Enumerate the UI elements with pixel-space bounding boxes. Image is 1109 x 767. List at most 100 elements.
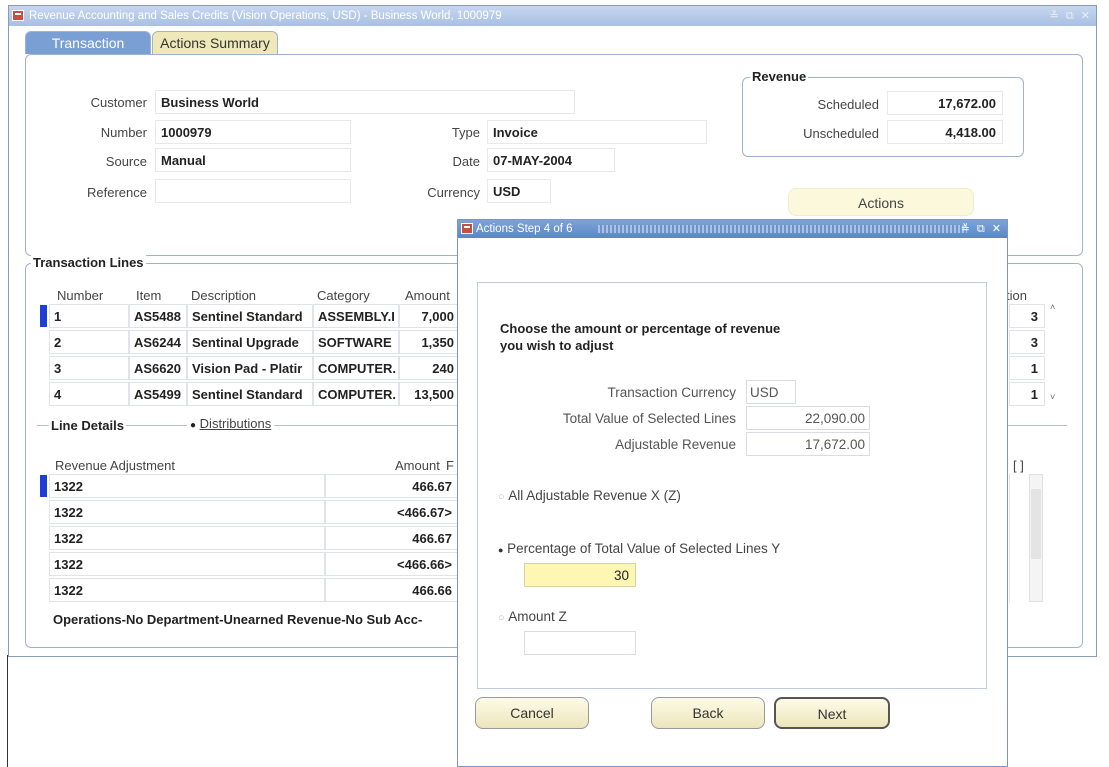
dialog-instruction: Choose the amount or percentage of reven…	[500, 320, 780, 354]
column-header-item: Item	[136, 288, 162, 303]
adjustment-cell[interactable]: 1322	[49, 526, 325, 550]
radio-selected-icon: ●	[190, 420, 197, 431]
instruction-line-1: Choose the amount or percentage of reven…	[500, 321, 781, 336]
total-selected-field[interactable]: 22,090.00	[746, 406, 870, 430]
line-item-cell[interactable]: AS5488	[129, 304, 187, 328]
option-all-adjustable-label: All Adjustable Revenue X (Z)	[508, 488, 681, 503]
adjustment-flag-column	[1009, 474, 1030, 602]
column-header-revenue-adjustment: Revenue Adjustment	[55, 458, 175, 473]
source-field[interactable]: Manual	[155, 148, 351, 172]
lines-scrollbar[interactable]: ˄ ˅	[1048, 302, 1060, 408]
reference-label: Reference	[87, 185, 147, 200]
current-record-marker	[40, 305, 47, 327]
line-amount-cell[interactable]: 240	[399, 356, 461, 380]
line-action-cell[interactable]: 1	[1009, 382, 1045, 406]
adjustment-amount-cell[interactable]: 466.66	[325, 578, 459, 602]
line-amount-cell[interactable]: 7,000	[399, 304, 461, 328]
column-header-adjustment-amount: Amount	[395, 458, 440, 473]
percentage-input[interactable]: 30	[524, 563, 636, 587]
account-description: Operations-No Department-Unearned Revenu…	[53, 612, 423, 627]
line-description-cell[interactable]: Sentinel Standard	[187, 382, 313, 406]
line-description-cell[interactable]: Vision Pad - Platir	[187, 356, 313, 380]
adjustment-amount-cell[interactable]: 466.67	[325, 474, 459, 498]
line-category-cell[interactable]: SOFTWARE	[313, 330, 399, 354]
line-details-title: Line Details	[49, 418, 126, 433]
option-amount-radio[interactable]: ○ Amount Z	[498, 609, 567, 624]
total-selected-label: Total Value of Selected Lines	[562, 411, 736, 426]
customer-label: Customer	[90, 95, 147, 110]
column-header-number: Number	[57, 288, 104, 303]
window-title-bar[interactable]: Revenue Accounting and Sales Credits (Vi…	[9, 6, 1096, 26]
adjustment-cell[interactable]: 1322	[49, 500, 325, 524]
window-controls[interactable]: ≚ ⧉ ✕	[1050, 6, 1092, 26]
column-header-amount: Amount	[405, 288, 450, 303]
revenue-group	[742, 77, 1024, 157]
oracle-app-icon	[12, 10, 24, 21]
line-number-cell[interactable]: 2	[49, 330, 129, 354]
adjustment-amount-cell[interactable]: 466.67	[325, 526, 459, 550]
window-title: Revenue Accounting and Sales Credits (Vi…	[29, 10, 502, 22]
reference-field[interactable]	[155, 179, 351, 203]
line-action-cell[interactable]: 1	[1009, 356, 1045, 380]
oracle-app-icon	[461, 223, 473, 234]
adjustable-revenue-field[interactable]: 17,672.00	[746, 432, 870, 456]
unscheduled-field[interactable]: 4,418.00	[887, 120, 1003, 144]
currency-field[interactable]: USD	[487, 179, 551, 203]
dialog-window-controls[interactable]: ≚ ⧉ ✕	[961, 220, 1003, 238]
line-item-cell[interactable]: AS6244	[129, 330, 187, 354]
cancel-button[interactable]: Cancel	[475, 697, 589, 729]
column-header-partial: F	[446, 458, 454, 473]
column-header-category: Category	[317, 288, 370, 303]
tab-transaction[interactable]: Transaction	[25, 31, 151, 54]
line-number-cell[interactable]: 4	[49, 382, 129, 406]
scheduled-field[interactable]: 17,672.00	[887, 91, 1003, 115]
transaction-currency-field[interactable]: USD	[746, 380, 796, 404]
option-percentage-label: Percentage of Total Value of Selected Li…	[507, 541, 781, 556]
line-item-cell[interactable]: AS5499	[129, 382, 187, 406]
tab-actions-summary[interactable]: Actions Summary	[152, 31, 278, 54]
distributions-radio[interactable]: ● Distributions	[187, 416, 275, 431]
title-bar-texture	[598, 225, 967, 233]
line-amount-cell[interactable]: 13,500	[399, 382, 461, 406]
line-category-cell[interactable]: ASSEMBLY.I	[313, 304, 399, 328]
line-amount-cell[interactable]: 1,350	[399, 330, 461, 354]
transaction-currency-label: Transaction Currency	[607, 385, 736, 400]
distributions-scrollbar[interactable]	[1029, 474, 1043, 602]
line-category-cell[interactable]: COMPUTER.	[313, 356, 399, 380]
dialog-title: Actions Step 4 of 6	[476, 223, 573, 235]
scroll-down-icon[interactable]: ˅	[1050, 392, 1055, 402]
currency-label: Currency	[427, 185, 480, 200]
next-button[interactable]: Next	[774, 697, 890, 729]
scrollbar-thumb[interactable]	[1031, 489, 1041, 559]
back-button[interactable]: Back	[651, 697, 765, 729]
adjustment-cell[interactable]: 1322	[49, 578, 325, 602]
adjustable-revenue-label: Adjustable Revenue	[615, 437, 736, 452]
date-field[interactable]: 07-MAY-2004	[487, 148, 615, 172]
column-header-flag: [ ]	[1013, 458, 1024, 473]
adjustment-amount-cell[interactable]: <466.66>	[325, 552, 459, 576]
line-action-cell[interactable]: 3	[1009, 330, 1045, 354]
number-field[interactable]: 1000979	[155, 120, 351, 144]
customer-field[interactable]: Business World	[155, 90, 575, 114]
line-description-cell[interactable]: Sentinel Standard	[187, 304, 313, 328]
instruction-line-2: you wish to adjust	[500, 338, 614, 353]
scroll-up-icon[interactable]: ˄	[1050, 302, 1055, 312]
amount-input[interactable]	[524, 631, 636, 655]
line-description-cell[interactable]: Sentinal Upgrade	[187, 330, 313, 354]
adjustment-amount-cell[interactable]: <466.67>	[325, 500, 459, 524]
adjustment-cell[interactable]: 1322	[49, 552, 325, 576]
adjustment-cell[interactable]: 1322	[49, 474, 325, 498]
transaction-lines-title: Transaction Lines	[31, 255, 146, 270]
column-header-description: Description	[191, 288, 257, 303]
window-edge-line	[7, 655, 8, 767]
line-action-cell[interactable]: 3	[1009, 304, 1045, 328]
type-field[interactable]: Invoice	[487, 120, 707, 144]
line-number-cell[interactable]: 3	[49, 356, 129, 380]
actions-button[interactable]: Actions	[788, 188, 974, 216]
line-number-cell[interactable]: 1	[49, 304, 129, 328]
line-category-cell[interactable]: COMPUTER.	[313, 382, 399, 406]
dialog-title-bar[interactable]: Actions Step 4 of 6 ≚ ⧉ ✕	[458, 220, 1007, 238]
option-percentage-radio[interactable]: ● Percentage of Total Value of Selected …	[498, 541, 780, 556]
line-item-cell[interactable]: AS6620	[129, 356, 187, 380]
option-all-adjustable-radio[interactable]: ○ All Adjustable Revenue X (Z)	[498, 488, 681, 503]
